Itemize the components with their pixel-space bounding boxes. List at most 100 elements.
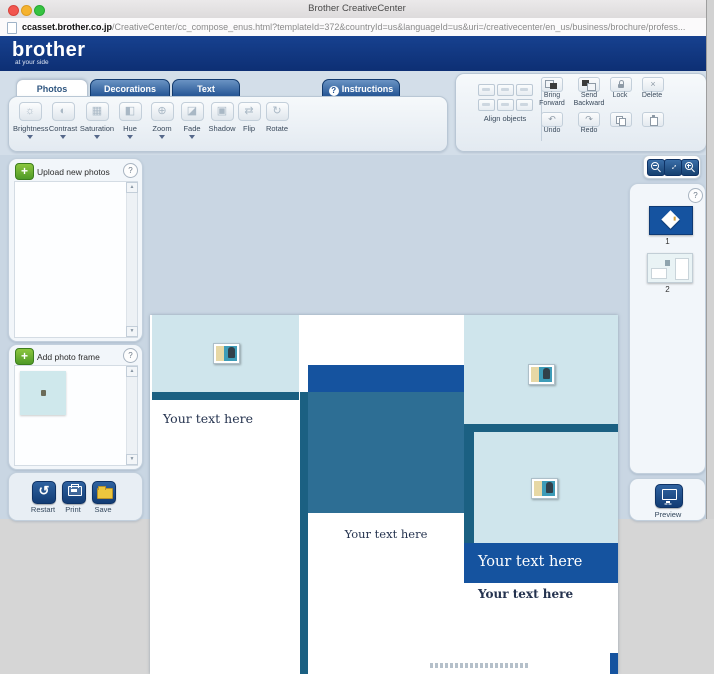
- rotate-label: Rotate: [261, 124, 293, 133]
- brightness-icon[interactable]: ☼: [19, 102, 42, 121]
- right-column-divider: [464, 424, 618, 432]
- scroll-down-icon[interactable]: ▼: [126, 326, 138, 337]
- page-2-thumbnail[interactable]: [647, 253, 693, 283]
- help-icon[interactable]: ?: [688, 188, 703, 203]
- align-right-button[interactable]: [516, 84, 533, 96]
- print-button[interactable]: [62, 481, 86, 504]
- photo-placeholder-icon[interactable]: [213, 343, 240, 364]
- scrollbar[interactable]: ▲ ▼: [126, 366, 137, 465]
- photo-frame-thumbnail[interactable]: [20, 371, 66, 415]
- scroll-up-icon[interactable]: ▲: [126, 366, 138, 377]
- redo-icon: ↷: [579, 113, 599, 125]
- paste-button[interactable]: [642, 112, 664, 127]
- align-middle-button[interactable]: [497, 99, 514, 111]
- fade-icon[interactable]: ◪: [181, 102, 204, 121]
- saturation-icon[interactable]: ▦: [86, 102, 109, 121]
- shadow-tool[interactable]: ▣ Shadow: [205, 102, 239, 133]
- middle-column-band[interactable]: [308, 365, 464, 392]
- add-icon[interactable]: +: [15, 163, 34, 180]
- scroll-up-icon[interactable]: ▲: [126, 182, 138, 193]
- contrast-label: Contrast: [46, 124, 80, 133]
- preview-label: Preview: [648, 510, 688, 519]
- left-text-placeholder[interactable]: Your text here: [163, 411, 253, 426]
- left-column-divider: [152, 392, 299, 400]
- instructions-label: Instructions: [342, 84, 394, 94]
- shadow-icon[interactable]: ▣: [211, 102, 234, 121]
- delete-button[interactable]: ×: [642, 77, 664, 92]
- url-domain: ccasset.brother.co.jp: [22, 22, 112, 32]
- fade-tool[interactable]: ◪ Fade: [177, 102, 207, 139]
- right-column-band[interactable]: Your text here: [464, 543, 618, 583]
- brother-tagline: at your side: [15, 59, 49, 66]
- send-backward-button[interactable]: [578, 77, 600, 92]
- photo-frame-panel: + Add photo frame ? ▲ ▼: [8, 344, 143, 470]
- frame-mark-icon: [41, 390, 46, 396]
- middle-text-placeholder[interactable]: Your text here: [308, 527, 464, 541]
- lock-button[interactable]: [610, 77, 632, 92]
- photo-placeholder-icon[interactable]: [528, 364, 555, 385]
- hue-tool[interactable]: ◧ Hue: [115, 102, 145, 139]
- help-icon[interactable]: ?: [123, 163, 138, 178]
- zoom-tool[interactable]: ⊕ Zoom: [146, 102, 178, 139]
- chevron-down-icon[interactable]: [27, 135, 33, 139]
- pan-button[interactable]: ↔: [664, 159, 682, 176]
- rotate-tool[interactable]: ↻ Rotate: [261, 102, 293, 133]
- undo-icon: ↶: [542, 113, 562, 125]
- monitor-icon: [662, 489, 677, 500]
- chevron-down-icon[interactable]: [60, 135, 66, 139]
- help-icon[interactable]: ?: [123, 348, 138, 363]
- zoom-icon[interactable]: ⊕: [151, 102, 174, 121]
- zoom-in-button[interactable]: [681, 159, 699, 176]
- align-objects-label: Align objects: [466, 114, 544, 123]
- rotate-icon[interactable]: ↻: [266, 102, 289, 121]
- save-button[interactable]: [92, 481, 116, 504]
- preview-button[interactable]: [655, 484, 683, 508]
- scroll-down-icon[interactable]: ▼: [126, 454, 138, 465]
- undo-button[interactable]: ↶: [541, 112, 563, 127]
- brochure-page[interactable]: Your text here Your text here Your text …: [150, 315, 618, 674]
- address-bar[interactable]: ccasset.brother.co.jp/CreativeCenter/cc_…: [0, 18, 714, 37]
- align-bottom-button[interactable]: [516, 99, 533, 111]
- chevron-down-icon[interactable]: [159, 135, 165, 139]
- brightness-tool[interactable]: ☼ Brightness: [13, 102, 47, 139]
- titlebar: Brother CreativeCenter: [0, 0, 714, 19]
- chevron-down-icon[interactable]: [127, 135, 133, 139]
- align-center-button[interactable]: [497, 84, 514, 96]
- file-actions-panel: ↺ Restart Print Save: [8, 472, 143, 521]
- delete-icon: ×: [643, 78, 663, 90]
- align-left-button[interactable]: [478, 84, 495, 96]
- redo-button[interactable]: ↷: [578, 112, 600, 127]
- flip-tool[interactable]: ⇄ Flip: [236, 102, 262, 133]
- chevron-down-icon[interactable]: [94, 135, 100, 139]
- bring-forward-button[interactable]: [541, 77, 563, 92]
- page-2-art: [665, 260, 670, 266]
- right-band-text-placeholder[interactable]: Your text here: [478, 554, 582, 570]
- restart-button[interactable]: ↺: [32, 481, 56, 504]
- saturation-tool[interactable]: ▦ Saturation: [79, 102, 115, 139]
- contrast-icon[interactable]: ◐: [52, 102, 75, 121]
- page-1-thumbnail[interactable]: [649, 206, 693, 235]
- hue-icon[interactable]: ◧: [119, 102, 142, 121]
- lock-icon: [618, 84, 624, 88]
- zoom-out-button[interactable]: [647, 159, 665, 176]
- flip-icon[interactable]: ⇄: [238, 102, 261, 121]
- photo-placeholder-icon[interactable]: [531, 478, 558, 499]
- right-text-placeholder[interactable]: Your text here: [478, 587, 573, 601]
- middle-column-block[interactable]: [308, 392, 464, 513]
- url-path: /CreativeCenter/cc_compose_enus.html?tem…: [112, 22, 685, 32]
- add-photo-frame-label: Add photo frame: [37, 352, 100, 362]
- contrast-tool[interactable]: ◐ Contrast: [46, 102, 80, 139]
- chevron-down-icon[interactable]: [189, 135, 195, 139]
- page-1-art: [661, 210, 679, 228]
- add-icon[interactable]: +: [15, 348, 34, 365]
- photo-frame-list[interactable]: ▲ ▼: [14, 365, 138, 466]
- uploaded-photos-list[interactable]: ▲ ▼: [14, 181, 138, 338]
- align-top-button[interactable]: [478, 99, 495, 111]
- scrollbar[interactable]: ▲ ▼: [126, 182, 137, 337]
- save-label: Save: [83, 505, 123, 514]
- copy-button[interactable]: [610, 112, 632, 127]
- redo-label: Redo: [572, 127, 606, 135]
- brand-header: brother at your side BROTHER CreativeCen…: [0, 36, 714, 73]
- upload-photos-label: Upload new photos: [37, 167, 110, 177]
- resize-arrow-icon: ↔: [664, 157, 682, 175]
